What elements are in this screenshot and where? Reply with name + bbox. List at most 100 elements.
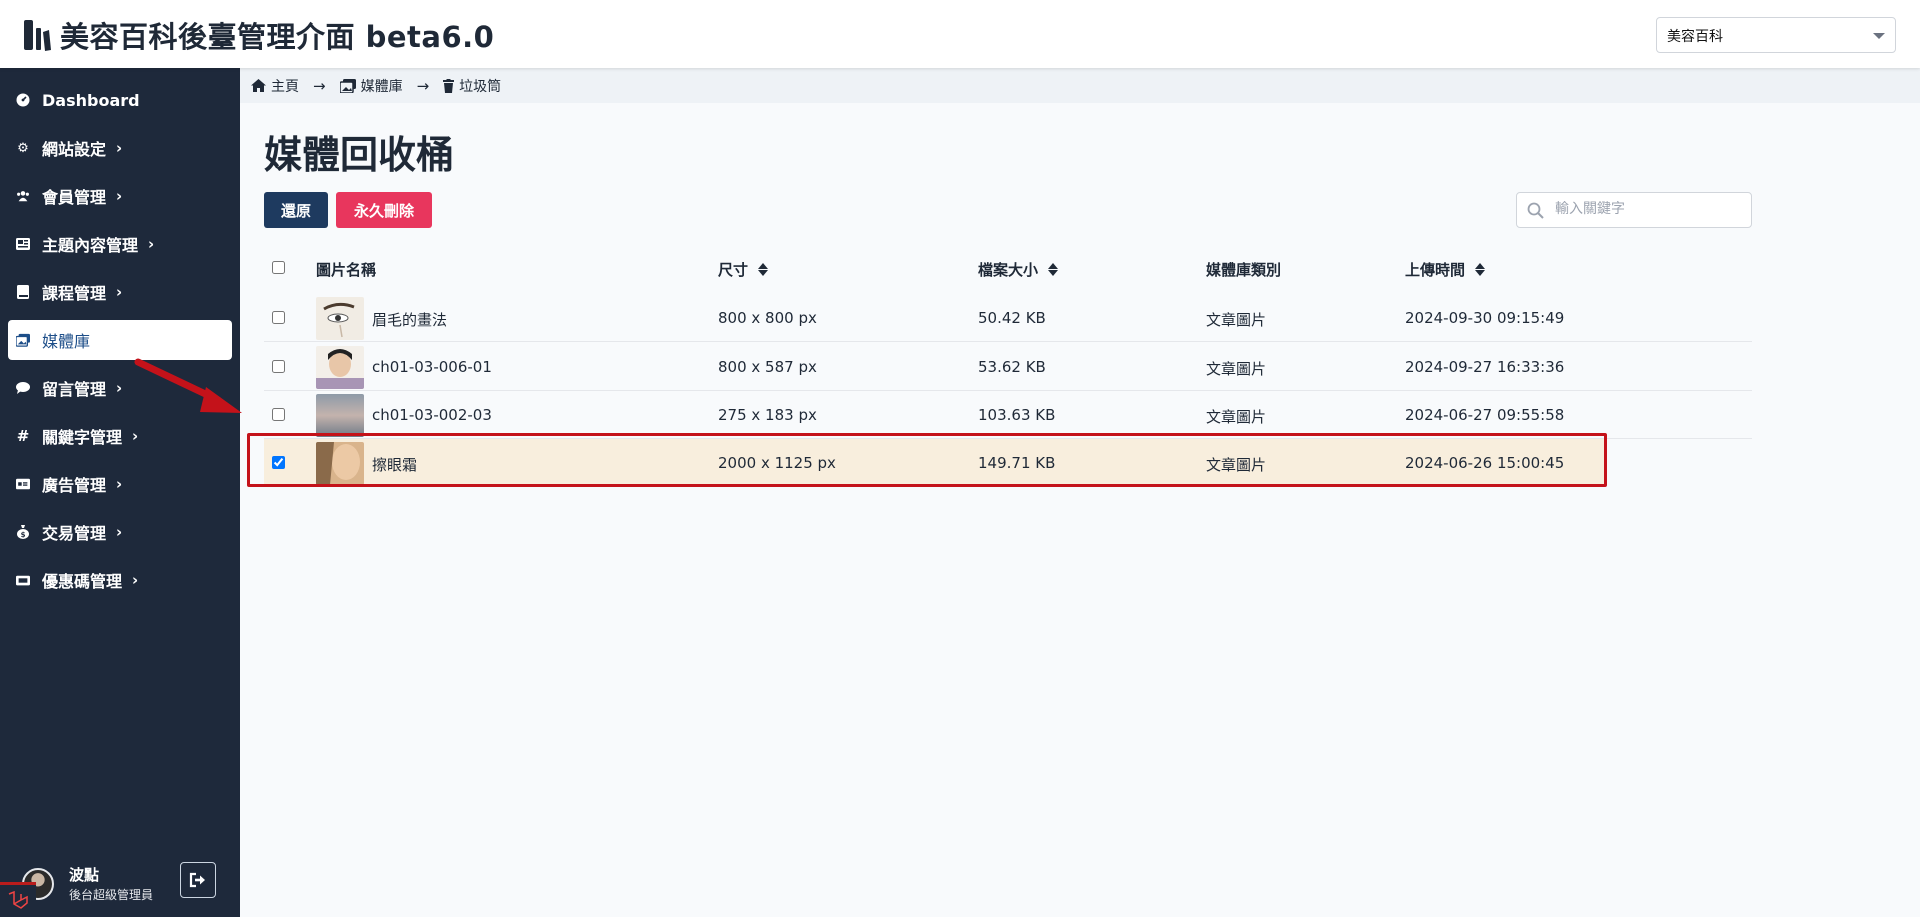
file-size: 149.71 KB: [978, 454, 1056, 472]
row-checkbox[interactable]: [272, 311, 285, 324]
image-name: ch01-03-006-01: [372, 358, 492, 376]
sidebar-item-keywords[interactable]: # 關鍵字管理 ›: [8, 416, 232, 456]
logout-button[interactable]: [180, 862, 216, 898]
sidebar-item-topic-content[interactable]: 主題內容管理 ›: [8, 224, 232, 264]
chevron-right-icon: ›: [116, 379, 123, 397]
gear-icon: ⚙: [17, 140, 29, 156]
image-dimensions: 275 x 183 px: [718, 406, 817, 424]
chevron-right-icon: ›: [132, 427, 139, 445]
laravel-icon[interactable]: [0, 882, 36, 917]
svg-text:$: $: [21, 531, 26, 539]
sort-icon[interactable]: [1048, 263, 1059, 276]
media-category: 文章圖片: [1206, 456, 1267, 474]
brand: 美容百科後臺管理介面 beta6.0: [22, 14, 494, 56]
search-input[interactable]: [1555, 201, 1735, 217]
sidebar-item-label: 廣告管理: [42, 476, 107, 495]
top-bar: 美容百科後臺管理介面 beta6.0 美容百科: [0, 0, 1920, 68]
sidebar-item-courses[interactable]: 課程管理 ›: [8, 272, 232, 312]
newspaper-icon: [16, 237, 30, 251]
breadcrumb-home[interactable]: 主頁: [251, 76, 299, 96]
breadcrumb-trash[interactable]: 垃圾筒: [443, 76, 501, 96]
chevron-right-icon: ›: [132, 571, 139, 589]
annotation-arrow-icon: [134, 358, 242, 413]
sidebar-item-label: 網站設定: [42, 140, 107, 159]
chevron-down-icon: [1873, 33, 1885, 39]
sidebar-item-media-library[interactable]: 媒體庫: [8, 320, 232, 360]
users-icon: [16, 189, 30, 203]
sidebar-item-label: Dashboard: [42, 90, 140, 110]
book-icon: [16, 285, 30, 299]
chevron-right-icon: ›: [116, 475, 123, 493]
sidebar-item-ads[interactable]: 廣告管理 ›: [8, 464, 232, 504]
site-select-value: 美容百科: [1667, 29, 1723, 45]
sidebar-item-label: 優惠碼管理: [42, 572, 123, 591]
sidebar-item-site-settings[interactable]: ⚙ 網站設定 ›: [8, 128, 232, 168]
image-name: ch01-03-002-03: [372, 406, 492, 424]
file-size: 103.63 KB: [978, 406, 1056, 424]
money-bag-icon: $: [16, 525, 30, 539]
sidebar-item-members[interactable]: 會員管理 ›: [8, 176, 232, 216]
sidebar-item-label: 會員管理: [42, 188, 107, 207]
sidebar-item-label: 課程管理: [42, 284, 107, 303]
column-label: 媒體庫類別: [1206, 261, 1282, 279]
permanent-delete-button[interactable]: 永久刪除: [336, 192, 432, 228]
restore-button[interactable]: 還原: [264, 192, 328, 228]
search-icon: [1527, 202, 1544, 219]
upload-time: 2024-06-27 09:55:58: [1405, 406, 1565, 424]
column-label: 尺寸: [718, 261, 749, 279]
sidebar-item-label: 留言管理: [42, 380, 107, 399]
image-name: 眉毛的畫法: [372, 311, 448, 329]
dashboard-icon: [16, 93, 30, 107]
breadcrumb-label: 媒體庫: [360, 78, 403, 95]
row-checkbox[interactable]: [272, 408, 285, 421]
thumbnail-face: [316, 346, 364, 389]
sidebar-item-label: 交易管理: [42, 524, 107, 543]
home-icon: [251, 79, 266, 92]
sidebar-item-label: 關鍵字管理: [42, 428, 123, 447]
thumbnail-skin: [316, 394, 364, 437]
table-header: 圖片名稱 尺寸 檔案大小 媒體庫類別 上傳時間: [264, 252, 1752, 286]
user-name: 波點: [69, 866, 100, 884]
upload-time: 2024-06-26 15:00:45: [1405, 454, 1565, 472]
breadcrumb-label: 垃圾筒: [459, 78, 502, 95]
image-dimensions: 2000 x 1125 px: [718, 454, 836, 472]
table-row-selected[interactable]: 擦眼霜 2000 x 1125 px 149.71 KB 文章圖片 2024-0…: [264, 439, 1604, 487]
column-header-dimensions[interactable]: 尺寸: [718, 259, 769, 280]
arrow-right-icon: →: [313, 76, 326, 95]
comment-icon: [16, 381, 30, 395]
column-header-filesize[interactable]: 檔案大小: [978, 259, 1059, 280]
column-header-name: 圖片名稱: [316, 259, 376, 280]
table-row[interactable]: 眉毛的畫法 800 x 800 px 50.42 KB 文章圖片 2024-09…: [264, 294, 1752, 342]
upload-time: 2024-09-27 16:33:36: [1405, 358, 1565, 376]
chevron-right-icon: ›: [116, 523, 123, 541]
media-category: 文章圖片: [1206, 360, 1267, 378]
select-all-checkbox[interactable]: [272, 261, 285, 274]
row-checkbox[interactable]: [272, 360, 285, 373]
sidebar: Dashboard ⚙ 網站設定 › 會員管理 › 主題內容管理 › 課程管理 …: [0, 68, 240, 917]
thumbnail-eye-cream: [316, 442, 364, 485]
sort-icon[interactable]: [1475, 263, 1486, 276]
thumbnail-eyebrow: [316, 297, 364, 340]
table-row[interactable]: ch01-03-006-01 800 x 587 px 53.62 KB 文章圖…: [264, 343, 1752, 391]
column-header-category: 媒體庫類別: [1206, 259, 1281, 280]
app-title: 美容百科後臺管理介面 beta6.0: [60, 20, 495, 54]
file-size: 53.62 KB: [978, 358, 1046, 376]
ad-icon: [16, 477, 30, 491]
column-label: 檔案大小: [978, 261, 1039, 279]
sort-icon[interactable]: [758, 263, 769, 276]
breadcrumb-media-library[interactable]: 媒體庫: [339, 76, 403, 96]
image-name: 擦眼霜: [372, 456, 418, 474]
chevron-right-icon: ›: [116, 139, 123, 157]
chevron-right-icon: ›: [116, 187, 123, 205]
sidebar-item-dashboard[interactable]: Dashboard: [8, 80, 232, 120]
column-header-uploaded[interactable]: 上傳時間: [1405, 259, 1486, 280]
page-title: 媒體回收桶: [264, 133, 455, 177]
arrow-right-icon: →: [416, 76, 430, 95]
sidebar-item-coupons[interactable]: 優惠碼管理 ›: [8, 560, 232, 600]
sidebar-item-transactions[interactable]: $ 交易管理 ›: [8, 512, 232, 552]
ticket-icon: [16, 573, 30, 587]
table-row[interactable]: ch01-03-002-03 275 x 183 px 103.63 KB 文章…: [264, 391, 1752, 439]
user-role: 後台超級管理員: [69, 888, 154, 902]
row-checkbox[interactable]: [272, 456, 285, 469]
site-select[interactable]: 美容百科: [1656, 17, 1896, 53]
